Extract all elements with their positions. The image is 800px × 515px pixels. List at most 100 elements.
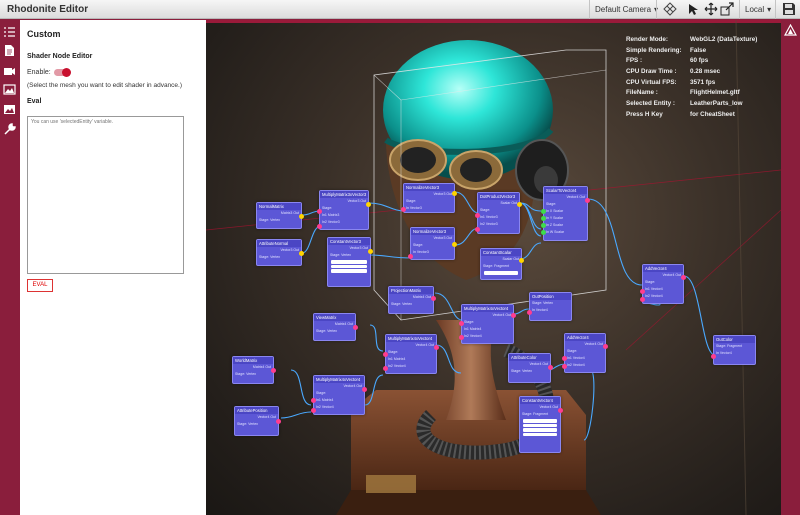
- eval-textarea[interactable]: [27, 116, 184, 274]
- shader-node-multiply-matrix4-vector4-bottom[interactable]: MultiplyMatrix4xVector4 Vector4 Out Stag…: [311, 375, 367, 415]
- shader-node-multiply-matrix4-vector4-low[interactable]: MultiplyMatrix4xVector4 Vector4 Out Stag…: [383, 334, 439, 374]
- panel-hint: (Select the mesh you want to edit shader…: [27, 82, 183, 89]
- shader-node-normalize-vector3-b[interactable]: NormalizeVector3 Vector3 Out Stage: In V…: [408, 227, 457, 260]
- camera-icon[interactable]: [3, 65, 16, 78]
- value-field[interactable]: [484, 271, 518, 275]
- input-socket[interactable]: [383, 366, 388, 371]
- shader-node-projection-matrix[interactable]: ProjectionMatrix Matrix4 Out Stage: Vert…: [388, 286, 436, 314]
- input-socket[interactable]: [562, 364, 567, 369]
- shader-node-add-vector4-top[interactable]: AddVector4 Vector4 Out Stage: In1 Vector…: [640, 264, 686, 304]
- right-icon-rail: [781, 20, 800, 515]
- value-field[interactable]: [523, 428, 557, 432]
- panel-title: Custom: [27, 29, 61, 39]
- value-field[interactable]: [331, 269, 367, 273]
- shader-node-attribute-normal[interactable]: AttributeNormal Vector3 Out Stage: Verte…: [256, 239, 304, 266]
- space-select[interactable]: Local ▾: [742, 2, 774, 17]
- shader-node-out-position[interactable]: OutPosition Stage: Vertex In Vector4: [527, 292, 572, 321]
- output-socket[interactable]: [517, 202, 522, 207]
- input-socket[interactable]: [459, 321, 464, 326]
- input-socket[interactable]: [475, 227, 480, 232]
- output-socket[interactable]: [271, 368, 276, 373]
- output-socket[interactable]: [519, 258, 524, 263]
- input-socket[interactable]: [401, 207, 406, 212]
- output-socket[interactable]: [603, 344, 608, 349]
- value-field[interactable]: [523, 423, 557, 427]
- output-socket[interactable]: [362, 387, 367, 392]
- output-socket[interactable]: [558, 408, 563, 413]
- output-socket[interactable]: [585, 198, 590, 203]
- panel-subtitle: Shader Node Editor: [27, 53, 93, 60]
- input-socket[interactable]: [562, 356, 567, 361]
- input-socket[interactable]: [541, 216, 546, 221]
- move-icon[interactable]: [704, 2, 718, 16]
- output-socket[interactable]: [434, 345, 439, 350]
- input-socket[interactable]: [408, 254, 413, 259]
- enable-toggle[interactable]: [54, 68, 71, 77]
- value-field[interactable]: [523, 419, 557, 423]
- stat-row: Selected Entity : LeatherParts_low: [626, 100, 743, 108]
- tools-icon[interactable]: [3, 123, 16, 136]
- cursor-icon[interactable]: [687, 2, 701, 16]
- output-socket[interactable]: [548, 365, 553, 370]
- output-socket[interactable]: [452, 191, 457, 196]
- shader-node-attribute-color[interactable]: AttributeColor Vector4 Out Stage: Vertex: [508, 353, 553, 383]
- scale-icon[interactable]: [720, 2, 734, 16]
- shader-node-attribute-position[interactable]: AttributePosition Vector4 Out Stage: Ver…: [234, 406, 281, 436]
- output-socket[interactable]: [276, 419, 281, 424]
- shader-node-normal-matrix[interactable]: NormalMatrix Matrix3 Out Stage: Vertex: [256, 202, 304, 229]
- output-socket[interactable]: [353, 325, 358, 330]
- shader-node-out-color[interactable]: OutColor Stage: Fragment In Vector4: [711, 335, 756, 365]
- shader-node-constant-vector3[interactable]: ConstantVector3 Vector3 Out Stage: Verte…: [327, 237, 373, 287]
- landscape-icon[interactable]: [3, 103, 16, 116]
- input-socket[interactable]: [711, 354, 716, 359]
- input-socket[interactable]: [475, 213, 480, 218]
- chevron-down-icon: ▾: [767, 5, 772, 14]
- output-socket[interactable]: [366, 202, 371, 207]
- shader-node-add-vector4-low[interactable]: AddVector4 Vector4 Out Stage: In1 Vector…: [562, 333, 608, 373]
- input-socket[interactable]: [640, 289, 645, 294]
- shader-node-dot-product-vector3[interactable]: DotProductVector3 Scalar Out Stage: In1 …: [475, 192, 522, 234]
- input-socket[interactable]: [459, 335, 464, 340]
- value-field[interactable]: [331, 260, 367, 264]
- output-socket[interactable]: [431, 296, 436, 301]
- input-socket[interactable]: [317, 224, 322, 229]
- value-field[interactable]: [331, 264, 367, 268]
- stat-row: Press H Key for CheatSheet: [626, 110, 735, 118]
- shader-node-multiply-matrix3-vector3[interactable]: MultiplyMatrix3xVector3 Vector3 Out Stag…: [317, 190, 371, 230]
- output-socket[interactable]: [299, 251, 304, 256]
- shader-node-multiply-matrix4-vector4-mid[interactable]: MultiplyMatrix4xVector4 Vector4 Out Stag…: [459, 304, 516, 344]
- output-socket[interactable]: [511, 313, 516, 318]
- input-socket[interactable]: [541, 209, 546, 214]
- shader-node-normalize-vector3-a[interactable]: NormalizeVector3 Vector3 Out Stage: In V…: [401, 183, 457, 213]
- list-icon[interactable]: [3, 26, 16, 39]
- input-socket[interactable]: [311, 408, 316, 413]
- shader-node-constant-scalar[interactable]: ConstantScalar Scalar Out Stage: Fragmen…: [480, 248, 524, 280]
- image-icon[interactable]: [3, 83, 16, 96]
- grid-icon[interactable]: [663, 2, 677, 16]
- output-socket[interactable]: [299, 214, 304, 219]
- save-icon[interactable]: [782, 2, 796, 16]
- stat-row: FPS :60 fps: [626, 57, 709, 65]
- shader-node-constant-vector4[interactable]: ConstantVector4 Vector4 Out Stage: Fragm…: [519, 396, 563, 453]
- value-field[interactable]: [523, 432, 557, 436]
- input-socket[interactable]: [541, 230, 546, 235]
- input-socket[interactable]: [317, 209, 322, 214]
- eval-button[interactable]: EVAL: [27, 279, 53, 292]
- output-socket[interactable]: [452, 242, 457, 247]
- output-socket[interactable]: [368, 249, 373, 254]
- output-socket[interactable]: [681, 275, 686, 280]
- shader-node-view-matrix[interactable]: ViewMatrix Matrix4 Out Stage: Vertex: [313, 313, 358, 341]
- shader-node-scalar-to-vector4[interactable]: ScalarToVector4 Vector4 Out Stage: In X …: [541, 186, 590, 241]
- 3d-viewport[interactable]: Render Mode: WebGL2 (DataTexture) Simple …: [206, 20, 781, 515]
- stats-overlay: Render Mode: WebGL2 (DataTexture) Simple …: [626, 36, 776, 122]
- input-socket[interactable]: [383, 352, 388, 357]
- document-icon[interactable]: [3, 44, 16, 57]
- rhodonite-logo-icon[interactable]: [784, 24, 797, 37]
- shader-node-world-matrix[interactable]: WorldMatrix Matrix4 Out Stage: Vertex: [232, 356, 276, 384]
- eval-heading: Eval: [27, 98, 42, 105]
- input-socket[interactable]: [640, 297, 645, 302]
- input-socket[interactable]: [311, 398, 316, 403]
- input-socket[interactable]: [527, 310, 532, 315]
- input-socket[interactable]: [541, 223, 546, 228]
- camera-select[interactable]: Default Camera ▾: [592, 2, 661, 17]
